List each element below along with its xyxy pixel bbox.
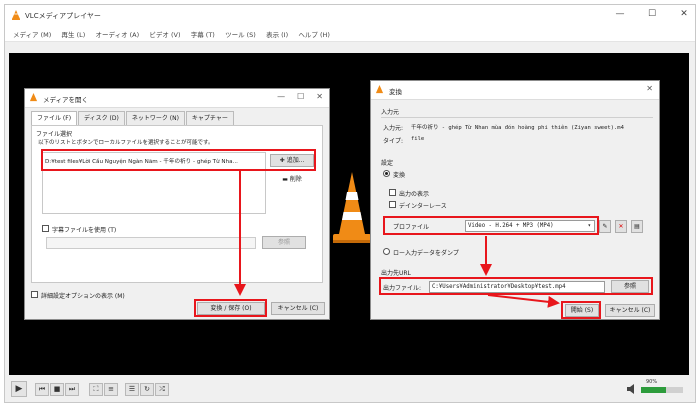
annotation-arrows — [234, 171, 560, 308]
arrow-to-start — [487, 294, 560, 308]
